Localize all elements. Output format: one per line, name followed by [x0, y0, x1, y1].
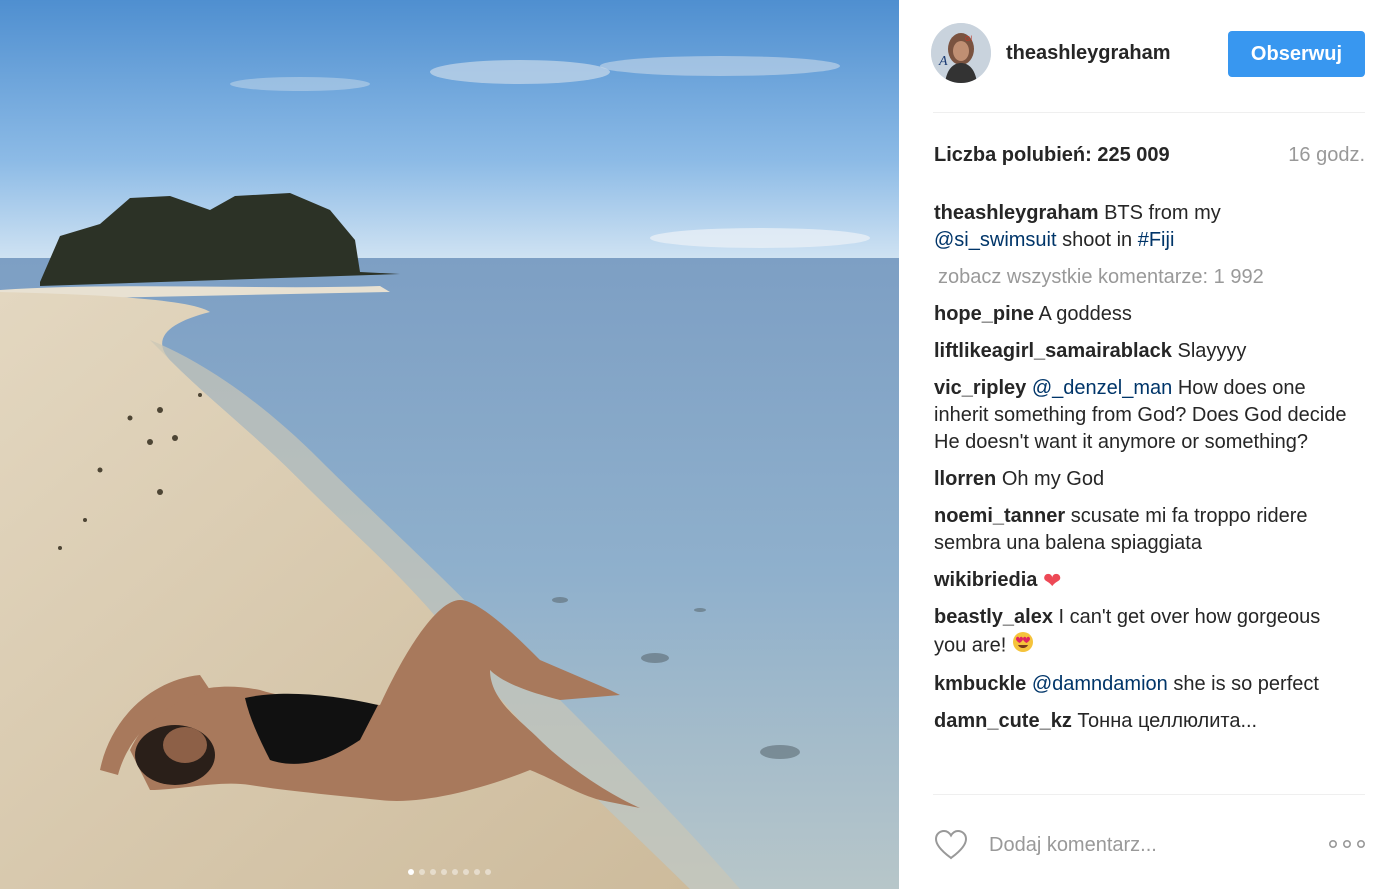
- comment-mention[interactable]: @_denzel_man: [1032, 377, 1172, 399]
- comment-item: beastly_alex I can't get over how gorgeo…: [934, 604, 1351, 661]
- caption-text: shoot in: [1056, 229, 1138, 251]
- caption-username[interactable]: theashleygraham: [934, 202, 1099, 224]
- comment-text: Тонна целлюлита...: [1077, 710, 1258, 733]
- comment-mention[interactable]: @damndamion: [1032, 673, 1168, 695]
- comment-item: wikibriedia ❤: [934, 567, 1351, 594]
- carousel-dot[interactable]: [419, 869, 425, 875]
- post-sidebar: A Gl theashleygraham Obserwuj Liczba pol…: [899, 0, 1379, 889]
- comment-username[interactable]: noemi_tanner: [934, 505, 1065, 527]
- post-photo[interactable]: [0, 0, 899, 889]
- heart-eyes-emoji: [1012, 631, 1034, 661]
- more-options-icon[interactable]: [1329, 838, 1365, 850]
- carousel-dot[interactable]: [474, 869, 480, 875]
- caption-text: BTS from my: [1098, 202, 1221, 224]
- carousel-dot[interactable]: [485, 869, 491, 875]
- comment-input[interactable]: [987, 832, 1311, 858]
- carousel-dot[interactable]: [452, 869, 458, 875]
- comment-username[interactable]: damn_cute_kz: [934, 710, 1072, 732]
- comment-text: Oh my God: [1001, 468, 1105, 490]
- comment-username[interactable]: vic_ripley: [934, 377, 1026, 399]
- carousel-dot[interactable]: [408, 869, 414, 875]
- comment-item: noemi_tanner scusate mi fa troppo ridere…: [934, 503, 1351, 557]
- like-count[interactable]: Liczba polubień: 225 009: [934, 144, 1170, 167]
- comment-item: liftlikeagirl_samairablack Slayyyy: [934, 338, 1351, 365]
- caption-hashtag[interactable]: #Fiji: [1138, 229, 1175, 251]
- comment-text: A goddess: [1038, 303, 1132, 325]
- comment-username[interactable]: llorren: [934, 468, 996, 490]
- caption-mention[interactable]: @si_swimsuit: [934, 229, 1057, 251]
- comment-text: she is so perfect: [1173, 673, 1319, 696]
- comment-item: llorren Oh my God: [934, 466, 1351, 493]
- heart-outline-icon[interactable]: [933, 829, 969, 861]
- carousel-dot[interactable]: [441, 869, 447, 875]
- caption: theashleygraham BTS from my @si_swimsuit …: [934, 200, 1351, 254]
- comment-item: damn_cute_kz Тонна целлюлита...: [934, 708, 1351, 735]
- comment-username[interactable]: wikibriedia: [934, 569, 1037, 591]
- heart-emoji: ❤: [1042, 568, 1062, 594]
- comment-username[interactable]: beastly_alex: [934, 606, 1053, 628]
- comment-username[interactable]: hope_pine: [934, 303, 1034, 325]
- instagram-post: A Gl theashleygraham Obserwuj Liczba pol…: [0, 0, 1379, 889]
- svg-text:Gl: Gl: [965, 36, 972, 43]
- follow-button[interactable]: Obserwuj: [1228, 31, 1365, 77]
- comment-item: kmbuckle @damndamion she is so perfect: [934, 671, 1351, 698]
- comment-item: vic_ripley @_denzel_man How does one inh…: [934, 375, 1351, 456]
- avatar[interactable]: A Gl: [931, 23, 991, 83]
- divider: [933, 112, 1365, 113]
- comment-username[interactable]: liftlikeagirl_samairablack: [934, 340, 1172, 362]
- carousel-dot[interactable]: [463, 869, 469, 875]
- comments-list: theashleygraham BTS from my @si_swimsuit …: [934, 200, 1351, 745]
- comment-footer: [933, 820, 1365, 870]
- svg-text:A: A: [938, 54, 948, 69]
- view-all-comments-link[interactable]: zobacz wszystkie komentarze: 1 992: [938, 264, 1351, 291]
- carousel-dot[interactable]: [430, 869, 436, 875]
- comment-text: Slayyyy: [1177, 340, 1247, 362]
- post-header: A Gl theashleygraham Obserwuj: [931, 22, 1365, 84]
- divider: [933, 794, 1365, 795]
- header-username[interactable]: theashleygraham: [1006, 42, 1171, 65]
- post-stats: Liczba polubień: 225 009 16 godz.: [934, 144, 1365, 167]
- comment-item: hope_pine A goddess: [934, 301, 1351, 328]
- comment-username[interactable]: kmbuckle: [934, 673, 1026, 695]
- post-time[interactable]: 16 godz.: [1288, 144, 1365, 167]
- carousel-indicator: [0, 869, 899, 875]
- beach-photo-image: [0, 0, 899, 889]
- profile-avatar-image: A Gl: [931, 23, 991, 83]
